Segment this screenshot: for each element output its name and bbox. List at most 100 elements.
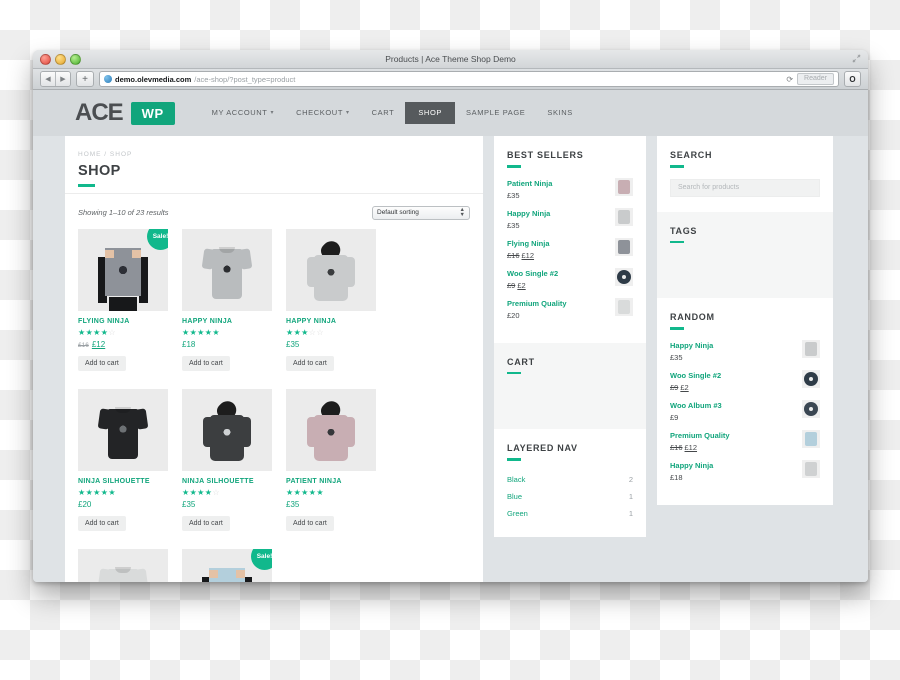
star-empty-icon: ☆ <box>316 327 324 337</box>
back-button[interactable]: ◀ <box>41 72 55 86</box>
minimize-window-button[interactable] <box>55 54 66 65</box>
fullscreen-icon[interactable] <box>852 54 861 63</box>
nav-buttons[interactable]: ◀ ▶ <box>40 71 71 87</box>
widget-product-thumbnail[interactable] <box>802 459 820 478</box>
reader-button[interactable]: Reader <box>797 73 834 85</box>
add-to-cart-button[interactable]: Add to cart <box>78 355 126 371</box>
new-tab-button[interactable]: + <box>76 71 94 87</box>
widget-product-name[interactable]: Premium Quality <box>670 430 796 441</box>
product-card[interactable]: Sale! FLYING NINJA ★★★★☆ £16 £12 Add to cart <box>78 228 168 371</box>
search-input[interactable]: Search for products <box>670 178 820 197</box>
widget-product-item[interactable]: Happy Ninja £18 <box>670 459 820 482</box>
product-card[interactable]: NINJA SILHOUETTE ★★★★★ £20 Add to cart <box>78 388 168 531</box>
widget-product-thumbnail[interactable] <box>615 237 633 256</box>
widget-product-item[interactable]: Happy Ninja £35 <box>670 339 820 362</box>
breadcrumb[interactable]: HOME / SHOP <box>78 136 470 158</box>
product-thumbnail[interactable] <box>78 548 168 582</box>
product-card[interactable]: HAPPY NINJA ★★★★★ £18 Add to cart <box>182 228 272 371</box>
product-thumbnail[interactable] <box>182 228 272 311</box>
price-value: £20 <box>507 310 520 320</box>
add-to-cart-button[interactable]: Add to cart <box>78 515 126 531</box>
sort-select[interactable]: Default sorting ▲ ▼ <box>372 205 470 220</box>
nav-item-skins[interactable]: SKINS <box>536 102 584 124</box>
close-window-button[interactable] <box>40 54 51 65</box>
add-to-cart-button[interactable]: Add to cart <box>286 515 334 531</box>
product-shirt-art <box>201 243 253 301</box>
add-to-cart-button[interactable]: Add to cart <box>182 515 230 531</box>
widget-product-item[interactable]: Premium Quality £16 £12 <box>670 429 820 452</box>
nav-item-my-account[interactable]: MY ACCOUNT ▾ <box>201 102 286 124</box>
product-thumbnail[interactable]: Sale! <box>78 228 168 311</box>
add-to-cart-button[interactable]: Add to cart <box>286 355 334 371</box>
site-logo[interactable]: ACE <box>75 99 124 127</box>
widget-product-item[interactable]: Flying Ninja £16 £12 <box>507 237 633 260</box>
reload-icon[interactable]: ⟳ <box>786 75 793 84</box>
widget-product-item[interactable]: Woo Single #2 £9 £2 <box>507 267 633 290</box>
old-price: £9 <box>507 280 516 290</box>
widget-product-thumbnail[interactable] <box>802 369 820 388</box>
widget-product-name[interactable]: Happy Ninja <box>507 208 609 219</box>
widget-product-thumbnail[interactable] <box>615 267 633 286</box>
layered-nav-item[interactable]: Blue 1 <box>507 488 633 505</box>
add-to-cart-button[interactable]: Add to cart <box>182 355 230 371</box>
widget-product-name[interactable]: Woo Single #2 <box>670 370 796 381</box>
product-card[interactable]: Sale!PREMIUM QUALITY★★☆☆☆£16£12Add to ca… <box>182 548 272 582</box>
product-card[interactable]: HAPPY NINJA ★★★☆☆ £35 Add to cart <box>286 228 376 371</box>
widget-product-price: £35 <box>670 353 796 362</box>
layered-nav-label: Blue <box>507 491 523 501</box>
product-card[interactable]: PATIENT NINJA ★★★★★ £35 Add to cart <box>286 388 376 531</box>
nav-item-shop[interactable]: SHOP <box>405 102 455 124</box>
widget-product-name[interactable]: Woo Single #2 <box>507 268 609 279</box>
chevron-down-icon: ▾ <box>270 110 275 116</box>
widget-product-thumbnail[interactable] <box>615 207 633 226</box>
widget-product-name[interactable]: Woo Album #3 <box>670 400 796 411</box>
product-rating: ★★★★☆ <box>78 328 168 337</box>
widget-product-name[interactable]: Premium Quality <box>507 298 609 309</box>
forward-button[interactable]: ▶ <box>55 72 70 86</box>
product-name[interactable]: HAPPY NINJA <box>182 318 272 325</box>
sale-price: £12 <box>91 339 106 349</box>
product-thumbnail[interactable] <box>286 388 376 471</box>
product-thumbnail[interactable] <box>182 388 272 471</box>
widget-product-thumbnail[interactable] <box>802 339 820 358</box>
product-name[interactable]: FLYING NINJA <box>78 318 168 325</box>
widget-product-item[interactable]: Woo Album #3 £9 <box>670 399 820 422</box>
product-name[interactable]: PATIENT NINJA <box>286 478 376 485</box>
product-thumbnail[interactable] <box>78 388 168 471</box>
widget-product-thumbnail[interactable] <box>615 297 633 316</box>
widget-product-item[interactable]: Patient Ninja £35 <box>507 177 633 200</box>
address-bar[interactable]: demo.olevmedia.com /ace-shop/?post_type=… <box>99 71 839 87</box>
widget-product-name[interactable]: Happy Ninja <box>670 460 796 471</box>
widget-underline <box>670 327 684 330</box>
star-filled-icon: ★ <box>78 487 86 497</box>
layered-nav-item[interactable]: Green 1 <box>507 505 633 522</box>
product-name[interactable]: NINJA SILHOUETTE <box>78 478 168 485</box>
product-hoodie-art <box>203 396 251 463</box>
layered-nav-count: 2 <box>628 474 633 484</box>
product-thumbnail[interactable]: Sale! <box>182 548 272 582</box>
product-card[interactable]: NINJA SILHOUETTE ★★★★☆ £35 Add to cart <box>182 388 272 531</box>
profile-button[interactable]: O <box>844 71 861 87</box>
widget-product-item[interactable]: Premium Quality £20 <box>507 297 633 320</box>
product-card[interactable]: PREMIUM QUALITY★★★★★£20Add to cart <box>78 548 168 582</box>
widget-product-item[interactable]: Woo Single #2 £9 £2 <box>670 369 820 392</box>
window-controls[interactable] <box>40 54 81 65</box>
nav-item-checkout[interactable]: CHECKOUT ▾ <box>285 102 361 124</box>
layered-nav-item[interactable]: Black 2 <box>507 471 633 488</box>
widget-product-name[interactable]: Happy Ninja <box>670 340 796 351</box>
widget-product-name[interactable]: Patient Ninja <box>507 178 609 189</box>
widget-product-thumbnail[interactable] <box>615 177 633 196</box>
nav-label: CHECKOUT <box>296 108 344 117</box>
widget-product-thumbnail[interactable] <box>802 429 820 448</box>
nav-label: MY ACCOUNT <box>211 108 268 117</box>
sidebar-middle: BEST SELLERS Patient Ninja £35 Happy Ninja… <box>494 136 646 537</box>
widget-product-item[interactable]: Happy Ninja £35 <box>507 207 633 230</box>
widget-product-thumbnail[interactable] <box>802 399 820 418</box>
product-thumbnail[interactable] <box>286 228 376 311</box>
nav-item-sample-page[interactable]: SAMPLE PAGE <box>455 102 536 124</box>
maximize-window-button[interactable] <box>70 54 81 65</box>
product-name[interactable]: HAPPY NINJA <box>286 318 376 325</box>
product-name[interactable]: NINJA SILHOUETTE <box>182 478 272 485</box>
widget-product-name[interactable]: Flying Ninja <box>507 238 609 249</box>
nav-item-cart[interactable]: CART <box>361 102 406 124</box>
